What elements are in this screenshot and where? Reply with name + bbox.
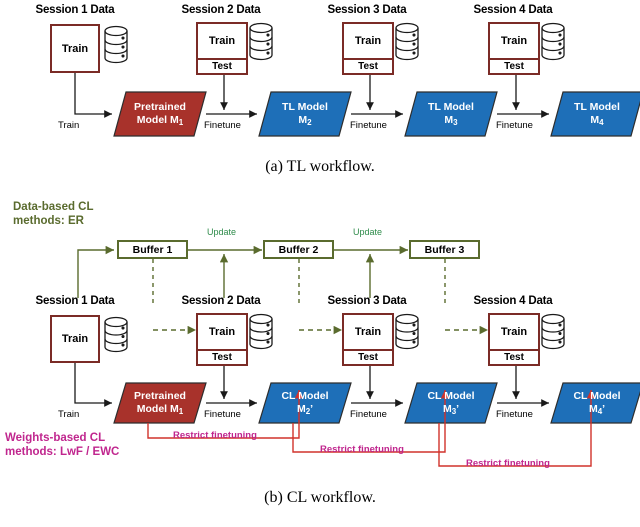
test-label: Test (358, 352, 378, 363)
session-3-data-box: Train Test (342, 22, 394, 75)
train-label: Train (208, 326, 236, 338)
tl-model-3-label: TL Model M3 (428, 101, 474, 127)
database-icon (395, 22, 419, 61)
database-icon (395, 313, 419, 350)
session-2-data-box: Train Test (196, 22, 248, 75)
edge-label-finetune: Finetune (496, 120, 533, 131)
session-title: Session 1 Data (35, 4, 115, 16)
cl-model-4-label: CL Model M4’ (573, 390, 621, 416)
tl-model-4-label: TL Model M4 (574, 101, 620, 127)
pretrained-model-label: Pretrained Model M1 (134, 390, 186, 416)
buffer-2-box: Buffer 2 (263, 240, 334, 259)
buffer-label: Buffer 1 (132, 243, 173, 256)
session-title: Session 2 Data (181, 295, 261, 307)
database-icon (541, 22, 565, 61)
buffer-3-box: Buffer 3 (409, 240, 480, 259)
session-title: Session 1 Data (35, 295, 115, 307)
buffer-connectors (77, 245, 488, 335)
train-label: Train (500, 326, 528, 338)
database-icon (104, 316, 128, 353)
test-label: Test (212, 352, 232, 363)
restrict-finetuning-label: Restrict finetuning (466, 458, 550, 469)
restrict-finetuning-label: Restrict finetuning (173, 430, 257, 441)
edge-label-finetune: Finetune (350, 409, 387, 420)
update-label: Update (207, 227, 237, 237)
session-title: Session 3 Data (327, 295, 407, 307)
train-label: Train (61, 42, 89, 55)
panel-b-caption: (b) CL workflow. (264, 489, 376, 506)
database-icon (541, 313, 565, 350)
edge-label-finetune: Finetune (204, 409, 241, 420)
session-title: Session 2 Data (181, 4, 261, 16)
session-title: Session 4 Data (473, 4, 553, 16)
session-1-data-box: Train (50, 315, 100, 363)
edge-label-finetune: Finetune (496, 409, 533, 420)
buffer-1-box: Buffer 1 (117, 240, 188, 259)
session-title: Session 3 Data (327, 4, 407, 16)
edge-label-finetune: Finetune (204, 120, 241, 131)
buffer-label: Buffer 2 (278, 243, 319, 256)
session-4-data-box: Train Test (488, 313, 540, 366)
weights-based-cl-label: Weights-based CL methods: LwF / EWC (5, 432, 120, 458)
tl-model-2-label: TL Model M2 (282, 101, 328, 127)
session-4-data-box: Train Test (488, 22, 540, 75)
pretrained-model-label: Pretrained Model M1 (134, 101, 186, 127)
edge-label-finetune: Finetune (350, 120, 387, 131)
update-label: Update (353, 227, 383, 237)
session-title: Session 4 Data (473, 295, 553, 307)
test-label: Test (504, 61, 524, 72)
database-icon (249, 22, 273, 61)
cl-model-2-label: CL Model M2’ (281, 390, 329, 416)
train-label: Train (354, 35, 382, 47)
database-icon (104, 25, 128, 64)
train-label: Train (354, 326, 382, 338)
edge-label-train: Train (58, 409, 80, 420)
data-based-cl-label: Data-based CL methods: ER (13, 201, 94, 227)
train-label: Train (61, 333, 89, 345)
database-icon (249, 313, 273, 350)
test-label: Test (504, 352, 524, 363)
panel-a-caption: (a) TL workflow. (265, 158, 375, 175)
restrict-finetuning-label: Restrict finetuning (320, 444, 404, 455)
session-3-data-box: Train Test (342, 313, 394, 366)
session-2-data-box: Train Test (196, 313, 248, 366)
train-label: Train (500, 35, 528, 47)
edge-label-train: Train (58, 120, 80, 131)
cl-model-3-label: CL Model M3’ (427, 390, 475, 416)
test-label: Test (358, 61, 378, 72)
test-label: Test (212, 61, 232, 72)
session-1-data-box: Train (50, 24, 100, 73)
train-label: Train (208, 35, 236, 47)
buffer-label: Buffer 3 (424, 243, 465, 256)
figure-canvas: Session 1 Data Session 2 Data Session 3 … (0, 0, 640, 527)
